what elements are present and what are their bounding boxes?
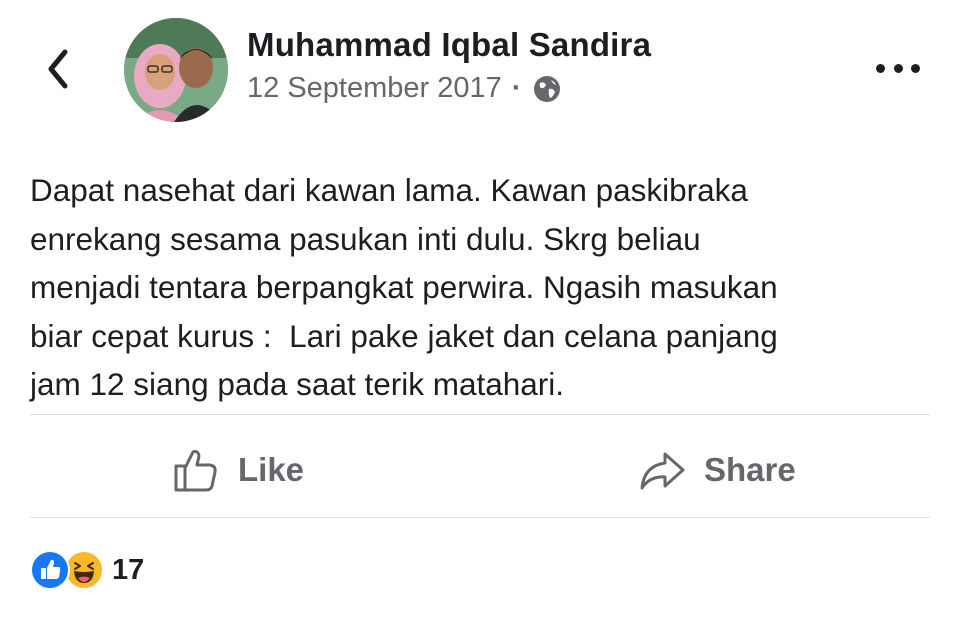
like-label: Like (238, 451, 305, 488)
divider-top (30, 414, 930, 415)
more-dot (911, 63, 920, 73)
chevron-left-icon (48, 49, 68, 89)
thumbs-up-icon (174, 450, 217, 492)
post-date[interactable]: 12 September 2017 (247, 72, 502, 105)
reactions-summary[interactable]: 17 (30, 550, 144, 590)
like-button[interactable]: Like (172, 440, 304, 500)
post-meta: 12 September 2017 · (247, 72, 563, 105)
meta-separator: · (511, 72, 522, 104)
more-dot (893, 63, 903, 73)
more-dot (876, 63, 885, 73)
avatar[interactable] (124, 18, 228, 122)
divider-bottom (30, 517, 930, 518)
share-button[interactable]: Share (638, 440, 796, 500)
globe-icon[interactable] (531, 73, 563, 105)
post-body-text: Dapat nasehat dari kawan lama. Kawan pas… (30, 172, 778, 402)
author-name[interactable]: Muhammad Iqbal Sandira (247, 26, 651, 64)
share-arrow-icon (640, 452, 685, 490)
back-button[interactable] (38, 44, 78, 94)
like-reaction-icon (30, 550, 70, 590)
share-label: Share (704, 451, 796, 488)
more-options-button[interactable] (876, 54, 920, 82)
profile-photo (124, 18, 228, 122)
reaction-count: 17 (112, 553, 145, 586)
haha-reaction-icon (64, 550, 104, 590)
